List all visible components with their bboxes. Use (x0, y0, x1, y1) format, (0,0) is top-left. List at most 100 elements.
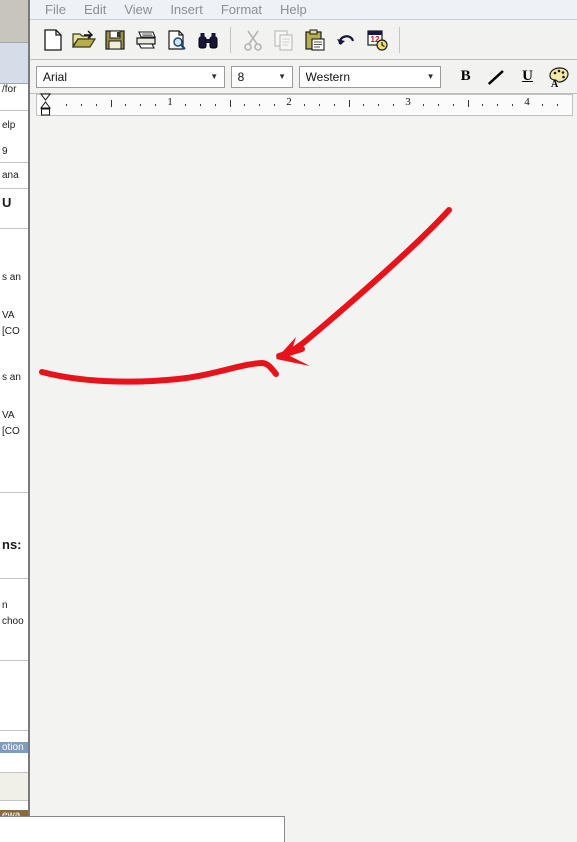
text-editor-window: File Edit View Insert Format Help 12 Ari… (28, 0, 577, 842)
script-select[interactable]: Western ▼ (298, 65, 442, 88)
background-divider (0, 188, 28, 189)
background-divider (0, 110, 28, 111)
toolbar-separator-1 (230, 26, 231, 53)
menu-view[interactable]: View (115, 0, 161, 20)
svg-text:A: A (551, 79, 559, 87)
find-button[interactable] (193, 25, 223, 55)
print-preview-button[interactable] (162, 25, 192, 55)
ruler-tick (214, 104, 216, 106)
background-text-fragment: n (2, 600, 8, 611)
ruler-tick (199, 104, 201, 106)
ruler-tick (125, 104, 127, 106)
menu-format[interactable]: Format (212, 0, 271, 20)
ruler-tick (541, 104, 543, 106)
ruler-tick (244, 104, 246, 106)
ruler-tick (318, 104, 320, 106)
ruler-tick (140, 104, 142, 106)
bold-button[interactable]: B (453, 64, 478, 90)
chevron-down-icon[interactable]: ▼ (275, 72, 290, 81)
ruler-tick (482, 104, 484, 106)
copy-icon (274, 29, 293, 51)
background-divider (0, 492, 28, 493)
ruler-tick (274, 104, 276, 106)
save-floppy-icon (105, 29, 125, 50)
paste-button[interactable] (300, 25, 330, 55)
ruler-tick (110, 100, 112, 107)
ruler-tick (259, 104, 261, 106)
menu-help[interactable]: Help (271, 0, 316, 20)
ruler-tick (95, 104, 97, 106)
find-binoculars-icon (198, 32, 218, 48)
background-text-fragment: U (2, 196, 12, 210)
undo-arrow-icon (337, 34, 355, 45)
background-divider (0, 660, 28, 661)
background-text-fragment: s an (2, 272, 21, 283)
background-text-fragment: ns: (2, 538, 22, 552)
background-text-fragment: [CO (2, 326, 20, 337)
ruler-tick (422, 104, 424, 106)
font-size-value: 8 (237, 69, 245, 84)
copy-button[interactable] (269, 25, 299, 55)
date-time-icon: 12 (367, 29, 388, 51)
ruler-tick (229, 100, 231, 107)
ruler-number: 4 (524, 96, 530, 108)
background-text-fragment: elp (2, 120, 16, 131)
background-divider (0, 800, 28, 801)
menu-edit[interactable]: Edit (75, 0, 115, 20)
ruler-container: 1 2 3 4 (30, 93, 577, 119)
background-beige-panel (0, 773, 28, 800)
date-time-button[interactable]: 12 (362, 25, 392, 55)
ruler-tick (363, 104, 365, 106)
open-folder-icon (72, 30, 96, 48)
cut-button[interactable] (238, 25, 268, 55)
ruler-tick (184, 104, 186, 106)
main-toolbar: 12 (30, 20, 577, 60)
menu-bar: File Edit View Insert Format Help (30, 0, 577, 20)
font-size-select[interactable]: 8 ▼ (230, 65, 293, 88)
background-text-fragment: VA (2, 310, 15, 321)
background-divider (0, 578, 28, 579)
ruler-tick (497, 104, 499, 106)
color-palette-icon: A (548, 66, 569, 87)
chevron-down-icon[interactable]: ▼ (207, 72, 222, 81)
background-window[interactable]: /for elp 9 ana Us an VA [CO s an VA [CO ns: n choo ot… (0, 0, 28, 842)
bottom-overlay-panel (0, 816, 285, 842)
background-divider (0, 228, 28, 229)
ruler-tick (378, 104, 380, 106)
underline-button[interactable]: U (515, 64, 540, 90)
ruler-tick (467, 100, 469, 107)
horizontal-ruler[interactable]: 1 2 3 4 (36, 93, 573, 119)
ruler-tick (512, 104, 514, 106)
ruler-tick (80, 104, 82, 106)
chevron-down-icon[interactable]: ▼ (423, 72, 438, 81)
format-toolbar: Arial ▼ 8 ▼ Western ▼ B U A (30, 60, 577, 94)
indent-marker-icon[interactable] (40, 93, 51, 119)
background-text-fragment: otion (0, 742, 28, 753)
ruler-tick (437, 104, 439, 106)
script-value: Western (305, 69, 351, 84)
font-family-select[interactable]: Arial ▼ (36, 65, 225, 88)
background-text-fragment: choo (2, 616, 24, 627)
new-document-button[interactable] (38, 25, 68, 55)
ruler-tick (155, 104, 157, 106)
ruler-tick (452, 104, 454, 106)
cut-scissors-icon (244, 30, 262, 51)
ruler-tick (393, 104, 395, 106)
ruler-tick (556, 104, 558, 106)
background-divider (0, 162, 28, 163)
italic-button[interactable] (480, 64, 513, 90)
save-button[interactable] (100, 25, 130, 55)
print-button[interactable] (131, 25, 161, 55)
ruler-tick (333, 104, 335, 106)
ruler-number: 2 (286, 96, 292, 108)
font-family-value: Arial (43, 69, 68, 84)
menu-file[interactable]: File (36, 0, 75, 20)
background-divider (0, 730, 28, 731)
menu-insert[interactable]: Insert (161, 0, 212, 20)
background-text-fragment: [CO (2, 426, 20, 437)
undo-button[interactable] (331, 25, 361, 55)
ruler-number: 3 (405, 96, 411, 108)
open-folder-button[interactable] (69, 25, 99, 55)
background-text-fragment: /for (2, 84, 17, 95)
font-color-button[interactable]: A (546, 64, 571, 90)
